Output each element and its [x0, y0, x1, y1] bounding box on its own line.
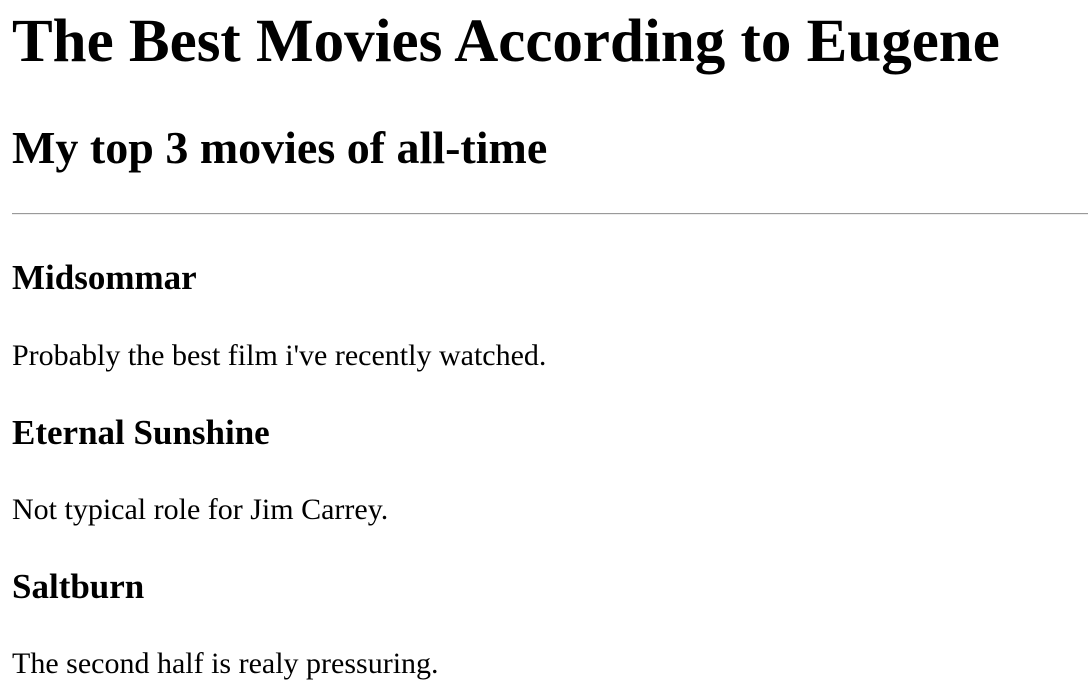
movie-title-midsommar: Midsommar — [12, 258, 197, 297]
page-title: The Best Movies According to Eugene — [12, 8, 1000, 75]
movie-description-midsommar: Probably the best film i've recently wat… — [12, 339, 547, 372]
movie-title-saltburn: Saltburn — [12, 567, 145, 606]
divider — [12, 213, 1088, 215]
movie-description-saltburn: The second half is realy pressuring. — [12, 647, 439, 680]
movie-description-eternal-sunshine: Not typical role for Jim Carrey. — [12, 493, 389, 526]
page-subtitle: My top 3 movies of all-time — [12, 122, 548, 173]
movie-title-eternal-sunshine: Eternal Sunshine — [12, 413, 270, 452]
